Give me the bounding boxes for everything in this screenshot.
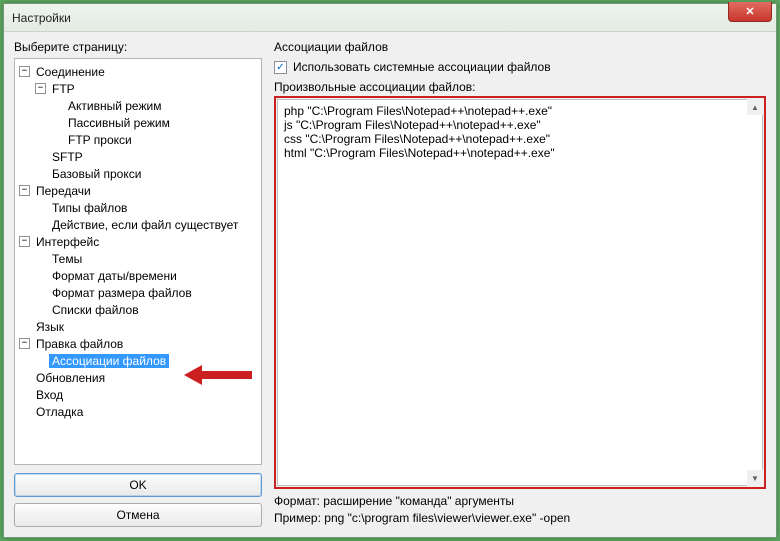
custom-assoc-label: Произвольные ассоциации файлов: — [274, 80, 766, 94]
collapse-icon[interactable]: − — [19, 185, 30, 196]
ok-button[interactable]: OK — [14, 473, 262, 497]
tree-item-date-format[interactable]: Формат даты/времени — [17, 267, 259, 284]
select-page-label: Выберите страницу: — [14, 40, 262, 54]
page-tree[interactable]: − Соединение − FTP Активный режим — [14, 58, 262, 465]
use-system-assoc-row[interactable]: ✓ Использовать системные ассоциации файл… — [274, 60, 766, 74]
tree-item-file-editing[interactable]: − Правка файлов — [17, 335, 259, 352]
tree-item-debug[interactable]: Отладка — [17, 403, 259, 420]
collapse-icon[interactable]: − — [19, 66, 30, 77]
tree-item-active-mode[interactable]: Активный режим — [17, 97, 259, 114]
tree-item-ftp[interactable]: − FTP — [17, 80, 259, 97]
tree-item-updates[interactable]: Обновления — [17, 369, 259, 386]
tree-item-action-exists[interactable]: Действие, если файл существует — [17, 216, 259, 233]
collapse-icon[interactable]: − — [19, 236, 30, 247]
tree-item-sftp[interactable]: SFTP — [17, 148, 259, 165]
close-icon: ✕ — [745, 5, 754, 18]
tree-item-language[interactable]: Язык — [17, 318, 259, 335]
tree-item-passive-mode[interactable]: Пассивный режим — [17, 114, 259, 131]
custom-assoc-highlight: php "C:\Program Files\Notepad++\notepad+… — [274, 96, 766, 489]
window-title: Настройки — [12, 11, 71, 25]
tree-item-themes[interactable]: Темы — [17, 250, 259, 267]
tree-item-connection[interactable]: − Соединение — [17, 63, 259, 80]
tree-item-login[interactable]: Вход — [17, 386, 259, 403]
titlebar: Настройки ✕ — [4, 4, 776, 32]
close-button[interactable]: ✕ — [728, 2, 772, 22]
tree-item-transfers[interactable]: − Передачи — [17, 182, 259, 199]
settings-dialog: Настройки ✕ Выберите страницу: − Соедине… — [3, 3, 777, 538]
scroll-down-icon[interactable]: ▼ — [747, 470, 763, 486]
custom-assoc-textarea[interactable]: php "C:\Program Files\Notepad++\notepad+… — [277, 99, 763, 486]
tree-item-file-lists[interactable]: Списки файлов — [17, 301, 259, 318]
tree-item-file-types[interactable]: Типы файлов — [17, 199, 259, 216]
tree-item-file-assoc[interactable]: Ассоциации файлов — [17, 352, 259, 369]
cancel-button[interactable]: Отмена — [14, 503, 262, 527]
left-panel: Выберите страницу: − Соединение − FTP — [14, 40, 262, 527]
tree-item-ftp-proxy[interactable]: FTP прокси — [17, 131, 259, 148]
dialog-content: Выберите страницу: − Соединение − FTP — [4, 32, 776, 537]
use-system-label: Использовать системные ассоциации файлов — [293, 60, 551, 74]
tree-item-base-proxy[interactable]: Базовый прокси — [17, 165, 259, 182]
format-hint: Формат: расширение "команда" аргументы — [274, 493, 766, 510]
right-panel: Ассоциации файлов ✓ Использовать системн… — [274, 40, 766, 527]
tree-item-interface[interactable]: − Интерфейс — [17, 233, 259, 250]
example-hint: Пример: png "c:\program files\viewer\vie… — [274, 510, 766, 527]
section-title: Ассоциации файлов — [274, 40, 766, 54]
use-system-checkbox[interactable]: ✓ — [274, 61, 287, 74]
scroll-up-icon[interactable]: ▲ — [747, 99, 763, 115]
collapse-icon[interactable]: − — [35, 83, 46, 94]
collapse-icon[interactable]: − — [19, 338, 30, 349]
tree-item-size-format[interactable]: Формат размера файлов — [17, 284, 259, 301]
hints: Формат: расширение "команда" аргументы П… — [274, 493, 766, 527]
